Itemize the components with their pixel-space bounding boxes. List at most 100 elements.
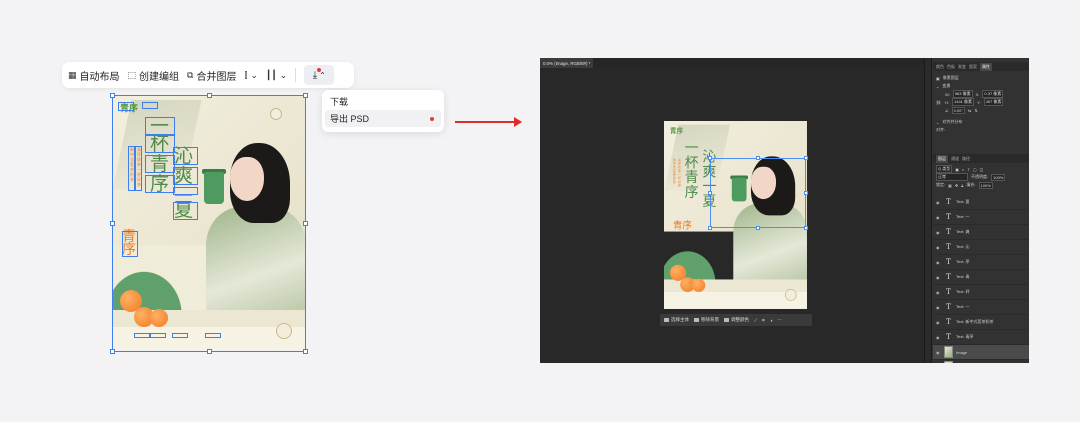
text-layer-box[interactable] [142, 102, 158, 109]
link-icon[interactable]: ⛓ [936, 100, 942, 105]
tab-channels[interactable]: 通道 [951, 156, 959, 162]
distribute-dropdown[interactable]: ┃┃ ⌄ [266, 70, 287, 81]
filter-adjust-icon[interactable]: ◐ [962, 167, 964, 172]
create-group-button[interactable]: ⬚ 创建编组 [128, 68, 180, 83]
fill-field[interactable]: 100% [978, 181, 993, 189]
adjust-color-button[interactable]: 调整颜色 [724, 317, 749, 323]
y-field[interactable]: 457 像素 [983, 98, 1004, 106]
filter-smart-icon[interactable]: ◫ [980, 167, 984, 172]
text-layer-box[interactable] [145, 175, 175, 193]
visibility-eye-icon[interactable]: ◉ [936, 335, 941, 340]
blend-mode-select[interactable]: 正常 [936, 173, 968, 181]
text-layer-box[interactable] [145, 155, 175, 173]
align-header[interactable]: ⌄ 对齐并分布 [933, 118, 1029, 126]
lock-all-icon[interactable]: 🔒︎ [961, 183, 963, 188]
export-psd-menu-item[interactable]: 导出 PSD [325, 110, 441, 127]
resize-handle[interactable] [207, 349, 212, 354]
selection-frame[interactable] [112, 95, 306, 352]
flip-horizontal-icon[interactable]: ⇆ [968, 108, 971, 113]
text-layer-box[interactable] [145, 117, 175, 135]
visibility-eye-icon[interactable]: ◉ [936, 230, 941, 235]
align-dropdown[interactable]: ⫿ ⌄ [244, 70, 257, 81]
height-field[interactable]: 1441 像素 [952, 98, 975, 106]
text-layer-box[interactable] [118, 102, 134, 111]
layer-row[interactable]: ◉ Image [933, 345, 1029, 360]
text-layer-box[interactable] [173, 147, 198, 165]
flip-vertical-icon[interactable]: ⇅ [974, 108, 977, 113]
select-subject-button[interactable]: 选择主体 [664, 317, 689, 323]
text-layer-box[interactable] [150, 333, 166, 338]
tab-gradients[interactable]: 渐变 [958, 64, 966, 70]
text-layer-box[interactable] [134, 333, 150, 338]
text-layer-box[interactable] [135, 146, 142, 191]
layer-row[interactable]: ◉ T Text: 一 [933, 210, 1029, 225]
layer-row[interactable]: ◉ T Text: 青序 [933, 330, 1029, 345]
lock-pixels-icon[interactable]: ▦ [948, 183, 952, 188]
resize-handle[interactable] [110, 93, 115, 98]
tab-color[interactable]: 颜色 [936, 64, 944, 70]
layer-row[interactable]: ◉ T Text: 夏 [933, 195, 1029, 210]
tab-patterns[interactable]: 图案 [969, 64, 977, 70]
resize-handle[interactable] [207, 93, 212, 98]
ps-transform-handle[interactable] [756, 226, 760, 230]
tab-paths[interactable]: 路径 [962, 156, 970, 162]
text-layer-box[interactable] [173, 167, 198, 185]
ps-transform-handle[interactable] [804, 226, 808, 230]
document-tab[interactable]: 0.0% (Image, RGB/8#) * [540, 58, 594, 68]
resize-handle[interactable] [110, 349, 115, 354]
filter-text-icon[interactable]: T [967, 167, 969, 172]
ps-transform-handle[interactable] [708, 226, 712, 230]
visibility-eye-icon[interactable]: ◉ [936, 215, 941, 220]
text-layer-box[interactable] [122, 231, 138, 257]
ps-transform-handle[interactable] [708, 156, 712, 160]
crop-icon[interactable]: ⌗ [762, 318, 765, 323]
text-layer-box[interactable] [172, 333, 188, 338]
text-layer-box[interactable] [145, 135, 175, 153]
angle-field[interactable]: 0.00° [951, 106, 965, 114]
filter-shape-icon[interactable]: ▢ [973, 167, 977, 172]
resize-handle[interactable] [303, 93, 308, 98]
visibility-eye-icon[interactable]: ◉ [936, 275, 941, 280]
visibility-eye-icon[interactable]: ◉ [936, 350, 941, 355]
visibility-eye-icon[interactable]: ◉ [936, 320, 941, 325]
width-field[interactable]: 963 像素 [952, 90, 973, 98]
opacity-field[interactable]: 100% [991, 173, 1006, 181]
resize-handle[interactable] [110, 221, 115, 226]
tab-properties[interactable]: 属性 [980, 62, 992, 71]
text-layer-box[interactable] [173, 187, 198, 195]
ps-transform-handle[interactable] [756, 156, 760, 160]
layer-row[interactable]: ◉ T Text: 青 [933, 270, 1029, 285]
lock-position-icon[interactable]: ✥ [955, 183, 958, 188]
more-icon[interactable]: ⋯ [777, 317, 782, 323]
layer-kind-filter[interactable]: Q 类型 [936, 165, 953, 173]
text-layer-box[interactable] [128, 146, 135, 191]
ps-transform-handle[interactable] [804, 156, 808, 160]
remove-bg-button[interactable]: 移除背景 [694, 317, 719, 323]
layer-row[interactable]: ◉ T Text: 一 [933, 300, 1029, 315]
layer-row[interactable]: ◉ T Text: 爽 [933, 225, 1029, 240]
magic-wand-icon[interactable]: ⟋ [754, 318, 757, 323]
transform-header[interactable]: ⌄ 变换 [933, 82, 1029, 90]
auto-layout-button[interactable]: ▦ 自动布局 [68, 68, 120, 83]
ps-transform-handle[interactable] [708, 191, 712, 195]
text-layer-box[interactable] [205, 333, 221, 338]
visibility-eye-icon[interactable]: ◉ [936, 290, 941, 295]
x-field[interactable]: 0.37 像素 [982, 90, 1004, 98]
text-layer-box[interactable] [173, 202, 198, 220]
download-menu-item[interactable]: 下载 [325, 93, 441, 110]
ps-selection-frame[interactable] [710, 158, 806, 228]
tab-layers[interactable]: 图层 [936, 154, 948, 163]
layer-row[interactable]: ◉ T Text: 序 [933, 255, 1029, 270]
visibility-eye-icon[interactable]: ◉ [936, 200, 941, 205]
filter-pixel-icon[interactable]: ▣ [955, 167, 959, 172]
resize-handle[interactable] [303, 349, 308, 354]
layer-row[interactable]: ◉ T Text: 杯 [933, 285, 1029, 300]
ps-transform-handle[interactable] [804, 191, 808, 195]
tab-swatches[interactable]: 色板 [947, 64, 955, 70]
download-menu-button[interactable]: ⤓ ⌃ [304, 65, 335, 85]
mask-icon[interactable]: ◑ [770, 318, 773, 323]
resize-handle[interactable] [303, 221, 308, 226]
visibility-eye-icon[interactable]: ◉ [936, 305, 941, 310]
layer-row[interactable]: ◉ T Text: 沁 [933, 240, 1029, 255]
layer-row[interactable]: ◉ T Text: 新中式茗茶奶茶 [933, 315, 1029, 330]
